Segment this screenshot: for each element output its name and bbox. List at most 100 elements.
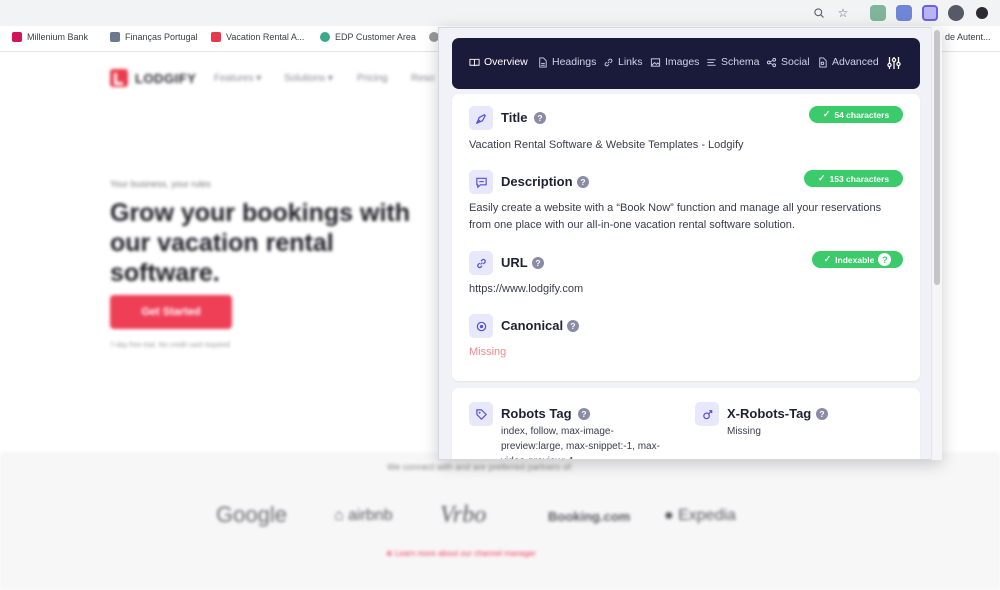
popup-scrollbar[interactable]	[931, 27, 942, 460]
tab-label: Social	[781, 56, 810, 68]
nav-solutions[interactable]: Solutions ▾	[284, 73, 333, 84]
badge-text: Indexable	[835, 254, 875, 265]
book-open-icon	[469, 58, 480, 66]
bookmark-favicon-icon	[211, 32, 221, 42]
tag-icon	[475, 408, 487, 420]
vrbo-logo: Vrbo	[440, 502, 487, 528]
tab-images[interactable]: Images	[650, 56, 699, 68]
bookmark-favicon-icon	[320, 32, 330, 42]
channel-link-label: Learn more about our channel manager	[394, 549, 536, 558]
bookmark-item[interactable]: EDP Customer Area	[320, 32, 416, 42]
bookmark-item[interactable]: de Autent...	[945, 32, 991, 42]
check-icon: ✓	[823, 254, 832, 264]
robots-section-icon	[469, 402, 493, 426]
tab-label: Links	[618, 56, 643, 68]
nav-resources[interactable]: Reso	[411, 73, 434, 84]
x-robots-tag-label: X-Robots-Tag	[727, 406, 812, 421]
title-label: Title	[501, 110, 528, 125]
description-value: Easily create a website with a “Book Now…	[469, 202, 882, 231]
channel-manager-link[interactable]: ⊕ Learn more about our channel manager	[386, 549, 536, 558]
tab-overview[interactable]: Overview	[469, 56, 528, 68]
indexable-badge: ✓ Indexable ?	[812, 251, 903, 268]
url-label: URL	[501, 255, 528, 270]
tab-links[interactable]: Links	[603, 56, 643, 68]
tab-social[interactable]: Social	[766, 56, 810, 68]
pen-nib-icon	[475, 113, 486, 124]
lodgify-logo-icon	[110, 69, 128, 87]
bookmark-favicon-icon	[12, 32, 22, 42]
gender-icon	[702, 409, 712, 419]
robots-help-icon[interactable]: ?	[578, 408, 590, 420]
file-search-icon	[819, 56, 827, 68]
document-icon	[539, 56, 547, 68]
tab-label: Overview	[484, 56, 528, 68]
badge-text: 153 characters	[829, 173, 890, 184]
share-icon	[766, 57, 777, 67]
url-section-icon	[469, 251, 493, 275]
title-length-badge: ✓ 54 characters	[809, 106, 903, 123]
check-icon: ✓	[822, 109, 831, 119]
image-icon	[650, 57, 661, 67]
bookmark-item[interactable]: Millenium Bank	[12, 32, 88, 42]
nav-label: Solutions	[284, 73, 326, 84]
canonical-label: Canonical	[501, 318, 564, 333]
x-robots-tag-value: Missing	[727, 426, 761, 437]
lodgify-logo[interactable]: LODGIFY	[110, 69, 196, 87]
google-logo: Google	[216, 502, 287, 527]
partners-section	[0, 452, 1000, 590]
badge-text: 54 characters	[834, 109, 890, 120]
profile-avatar[interactable]	[976, 7, 988, 19]
check-icon: ✓	[817, 173, 826, 183]
booking-logo: Booking.com	[548, 509, 631, 524]
airbnb-logo: ⌂ airbnb	[334, 507, 393, 524]
list-icon	[707, 58, 716, 66]
bookmark-item[interactable]: Finanças Portugal	[110, 32, 198, 42]
browser-toolbar: ☆	[0, 0, 1000, 26]
settings-sliders-icon[interactable]	[886, 55, 902, 71]
canonical-section-icon	[469, 314, 493, 338]
tab-label: Images	[665, 56, 700, 68]
bookmark-label: de Autent...	[945, 32, 991, 42]
indexable-help-icon[interactable]: ?	[878, 253, 892, 266]
bookmark-label: EDP Customer Area	[335, 32, 416, 42]
zoom-icon[interactable]	[811, 5, 827, 21]
target-icon	[476, 321, 486, 331]
robots-tag-label: Robots Tag	[501, 406, 572, 421]
tab-advanced[interactable]: Advanced	[817, 56, 879, 68]
description-length-badge: ✓ 153 characters	[804, 170, 903, 187]
tab-schema[interactable]: Schema	[706, 56, 760, 68]
bookmark-label: Millenium Bank	[27, 32, 89, 42]
robots-card: Robots Tag ? index, follow, max-image-pr…	[452, 388, 920, 459]
url-help-icon[interactable]: ?	[532, 257, 544, 269]
canonical-value: Missing	[469, 346, 507, 358]
extension-icon-dark[interactable]	[948, 5, 964, 21]
description-help-icon[interactable]: ?	[577, 176, 589, 188]
expedia-logo: ● Expedia	[664, 507, 736, 524]
x-robots-help-icon[interactable]: ?	[816, 408, 828, 420]
partners-text: We connect with and are preferred partne…	[387, 462, 573, 472]
url-value[interactable]: https://www.lodgify.com	[469, 281, 909, 298]
bookmark-label: Vacation Rental A...	[226, 32, 305, 42]
get-started-button[interactable]: Get Started	[110, 295, 232, 329]
robots-tag-value: index, follow, max-image-preview:large, …	[501, 426, 660, 459]
nav-pricing[interactable]: Pricing	[357, 73, 388, 84]
bookmark-item[interactable]: Vacation Rental A...	[211, 32, 304, 42]
seo-extension-icon[interactable]	[922, 5, 938, 21]
airbnb-label: airbnb	[348, 507, 393, 524]
trial-note: 7-day free trial. No credit card require…	[110, 342, 230, 349]
hero-eyebrow: Your business, your rules	[110, 179, 211, 189]
meta-overview-card: Title ? ✓ 54 characters Vacation Rental …	[452, 94, 920, 381]
hero-headline: Grow your bookings with our vacation ren…	[110, 199, 410, 287]
extension-icon[interactable]	[870, 5, 886, 21]
tab-label: Advanced	[832, 56, 879, 68]
nav-features[interactable]: Features ▾	[214, 73, 261, 84]
star-icon[interactable]: ☆	[835, 5, 851, 21]
title-help-icon[interactable]: ?	[534, 112, 546, 124]
bookmark-favicon-icon	[110, 32, 120, 42]
translate-extension-icon[interactable]	[896, 5, 912, 21]
tab-headings[interactable]: Headings	[537, 56, 596, 68]
scrollbar-thumb[interactable]	[934, 30, 940, 285]
seo-extension-popup: Overview Headings Links Images Schema So…	[438, 27, 942, 460]
canonical-help-icon[interactable]: ?	[567, 320, 579, 332]
message-icon	[475, 177, 487, 188]
